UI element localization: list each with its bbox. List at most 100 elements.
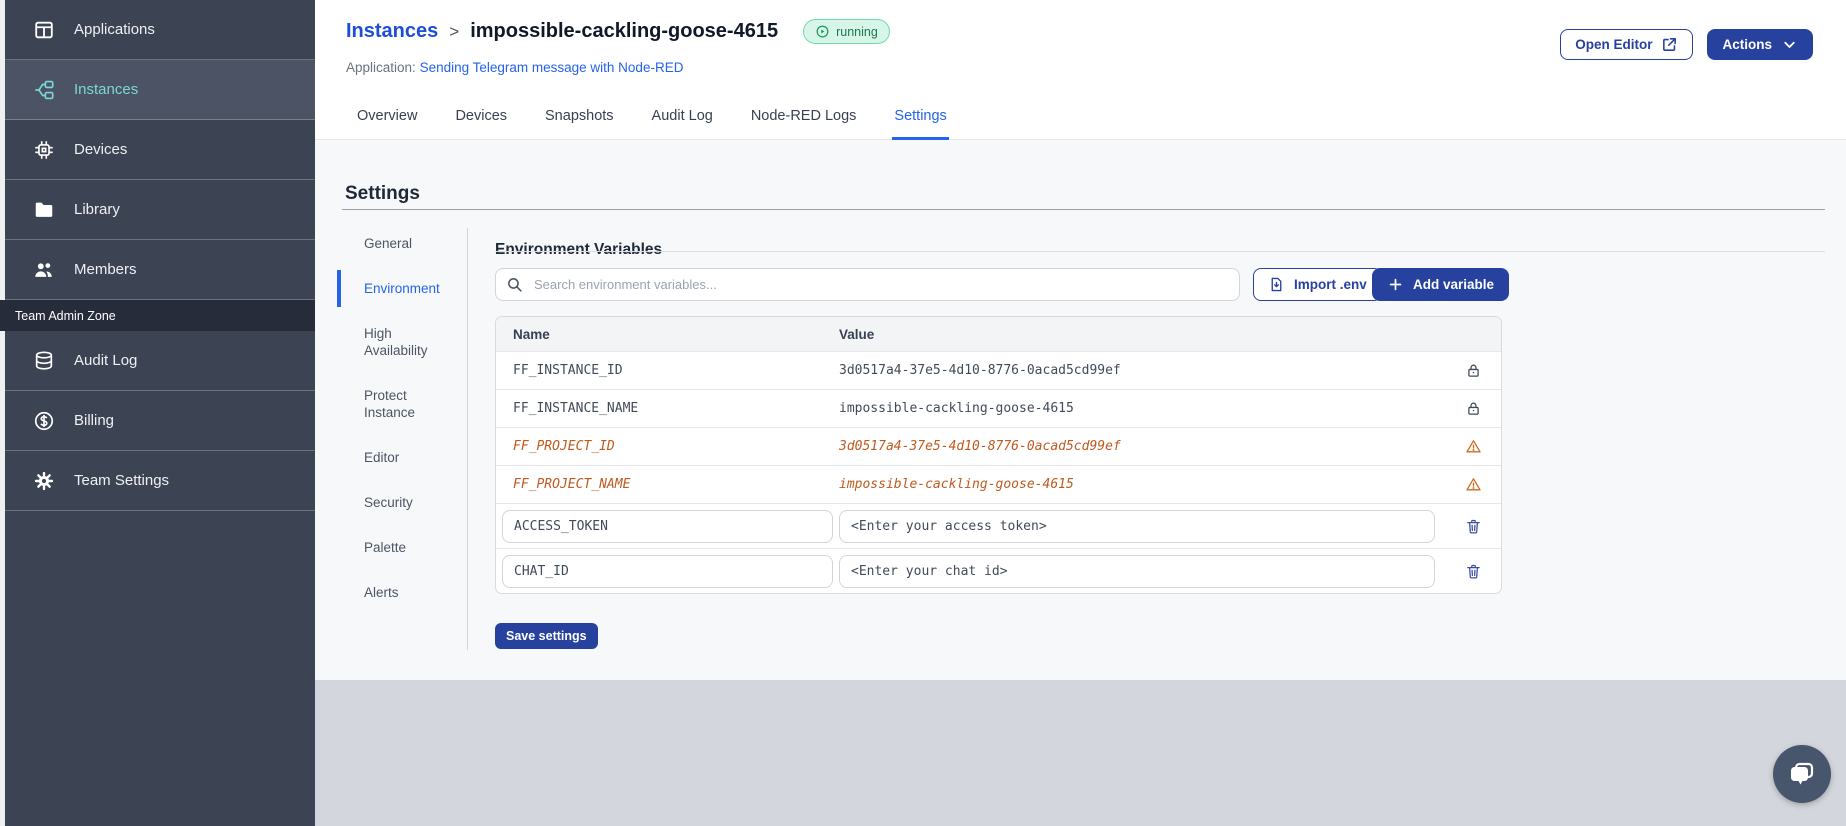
subnav-item-editor[interactable]: Editor	[337, 439, 457, 476]
table-row: FF_PROJECT_ID 3d0517a4-37e5-4d10-8776-0a…	[496, 427, 1501, 465]
sidebar-item-label: Billing	[74, 412, 115, 429]
import-env-button[interactable]: Import .env	[1253, 268, 1382, 301]
members-users-icon	[33, 259, 55, 281]
sidebar-item-members[interactable]: Members	[5, 240, 315, 300]
page-header: Instances > impossible-cackling-goose-46…	[315, 0, 1846, 140]
tab-snapshots[interactable]: Snapshots	[543, 108, 616, 140]
warning-icon	[1465, 476, 1482, 493]
table-row: FF_INSTANCE_NAME impossible-cackling-goo…	[496, 389, 1501, 427]
library-folder-icon	[33, 199, 55, 221]
env-name: FF_INSTANCE_ID	[513, 363, 623, 378]
import-env-label: Import .env	[1294, 277, 1367, 292]
subnav-item-security[interactable]: Security	[337, 484, 457, 521]
breadcrumb-separator: >	[449, 21, 460, 41]
billing-dollar-icon	[33, 410, 55, 432]
devices-icon	[33, 139, 55, 161]
subnav-item-general[interactable]: General	[337, 225, 457, 262]
sidebar: Applications Instances Devices Library M…	[0, 0, 315, 826]
divider	[342, 209, 1825, 210]
env-value: impossible-cackling-goose-4615	[839, 477, 1074, 492]
env-value: 3d0517a4-37e5-4d10-8776-0acad5cd99ef	[839, 363, 1121, 378]
application-label: Application:	[346, 60, 416, 75]
env-name-input[interactable]	[502, 554, 833, 588]
admin-zone-label: Team Admin Zone	[0, 300, 315, 331]
subnav-item-protect-instance[interactable]: Protect Instance	[337, 377, 457, 431]
sidebar-item-label: Instances	[74, 81, 139, 98]
gear-icon	[33, 470, 55, 492]
env-value-input[interactable]	[839, 509, 1435, 543]
search-icon	[506, 276, 523, 293]
external-link-icon	[1661, 36, 1678, 53]
env-variables-table: Name Value FF_INSTANCE_ID 3d0517a4-37e5-…	[495, 316, 1502, 594]
table-row: FF_PROJECT_NAME impossible-cackling-goos…	[496, 465, 1501, 503]
application-link[interactable]: Sending Telegram message with Node-RED	[420, 60, 684, 75]
sidebar-item-applications[interactable]: Applications	[5, 0, 315, 60]
warning-icon	[1465, 438, 1482, 455]
open-editor-label: Open Editor	[1575, 37, 1653, 52]
env-value-input[interactable]	[839, 554, 1435, 588]
table-row	[496, 503, 1501, 548]
subnav-item-high-availability[interactable]: High Availability	[337, 315, 457, 369]
import-document-icon	[1268, 276, 1285, 293]
env-name: FF_PROJECT_NAME	[513, 477, 631, 492]
env-value: 3d0517a4-37e5-4d10-8776-0acad5cd99ef	[839, 439, 1121, 454]
settings-page-title: Settings	[345, 182, 420, 204]
sidebar-item-instances[interactable]: Instances	[5, 60, 315, 120]
actions-label: Actions	[1722, 37, 1772, 52]
header-buttons: Open Editor Actions	[1560, 29, 1813, 60]
instances-icon	[33, 79, 55, 101]
running-play-icon	[815, 24, 830, 39]
trash-icon[interactable]	[1465, 518, 1482, 535]
subnav-item-alerts[interactable]: Alerts	[337, 574, 457, 611]
chevron-down-icon	[1781, 36, 1798, 53]
app-window: Applications Instances Devices Library M…	[0, 0, 1846, 826]
settings-subnav: General Environment High Availability Pr…	[337, 225, 457, 619]
tab-audit-log[interactable]: Audit Log	[650, 108, 715, 140]
breadcrumb-instances-link[interactable]: Instances	[346, 20, 438, 43]
instance-tabs: Overview Devices Snapshots Audit Log Nod…	[355, 108, 949, 140]
tab-settings[interactable]: Settings	[892, 108, 949, 140]
tab-node-red-logs[interactable]: Node-RED Logs	[749, 108, 859, 140]
column-header-name: Name	[513, 326, 550, 342]
sidebar-item-devices[interactable]: Devices	[5, 120, 315, 180]
footer-band	[315, 680, 1846, 826]
sidebar-item-label: Devices	[74, 141, 128, 158]
settings-content: Settings General Environment High Availa…	[315, 141, 1846, 680]
chat-widget-button[interactable]	[1773, 745, 1831, 803]
subnav-item-palette[interactable]: Palette	[337, 529, 457, 566]
search-input[interactable]	[532, 276, 1229, 293]
tab-devices[interactable]: Devices	[453, 108, 509, 140]
application-line: Application: Sending Telegram message wi…	[346, 60, 683, 75]
plus-icon	[1387, 276, 1404, 293]
sidebar-item-library[interactable]: Library	[5, 180, 315, 240]
add-variable-button[interactable]: Add variable	[1372, 268, 1510, 301]
env-name: FF_PROJECT_ID	[513, 439, 615, 454]
table-body: FF_INSTANCE_ID 3d0517a4-37e5-4d10-8776-0…	[496, 351, 1501, 593]
save-settings-button[interactable]: Save settings	[495, 623, 598, 649]
sidebar-item-label: Team Settings	[74, 472, 170, 489]
sidebar-item-label: Applications	[74, 21, 155, 38]
env-value: impossible-cackling-goose-4615	[839, 401, 1074, 416]
sidebar-item-label: Audit Log	[74, 352, 138, 369]
divider	[495, 251, 1825, 252]
sidebar-item-team-settings[interactable]: Team Settings	[5, 451, 315, 511]
audit-log-database-icon	[33, 350, 55, 372]
table-row: FF_INSTANCE_ID 3d0517a4-37e5-4d10-8776-0…	[496, 351, 1501, 389]
table-header-row: Name Value	[496, 317, 1501, 351]
chat-bubbles-icon	[1786, 758, 1818, 790]
instance-name: impossible-cackling-goose-4615	[470, 20, 779, 42]
actions-button[interactable]: Actions	[1707, 29, 1813, 60]
breadcrumb: Instances > impossible-cackling-goose-46…	[346, 19, 890, 44]
open-editor-button[interactable]: Open Editor	[1560, 29, 1694, 60]
env-search	[495, 268, 1240, 301]
env-name-input[interactable]	[502, 509, 833, 543]
lock-icon	[1465, 400, 1482, 417]
sidebar-item-billing[interactable]: Billing	[5, 391, 315, 451]
sidebar-item-label: Members	[74, 261, 137, 278]
divider	[467, 228, 468, 650]
subnav-item-environment[interactable]: Environment	[337, 270, 457, 307]
env-name: FF_INSTANCE_NAME	[513, 401, 639, 416]
trash-icon[interactable]	[1465, 563, 1482, 580]
tab-overview[interactable]: Overview	[355, 108, 419, 140]
sidebar-item-audit-log[interactable]: Audit Log	[5, 331, 315, 391]
